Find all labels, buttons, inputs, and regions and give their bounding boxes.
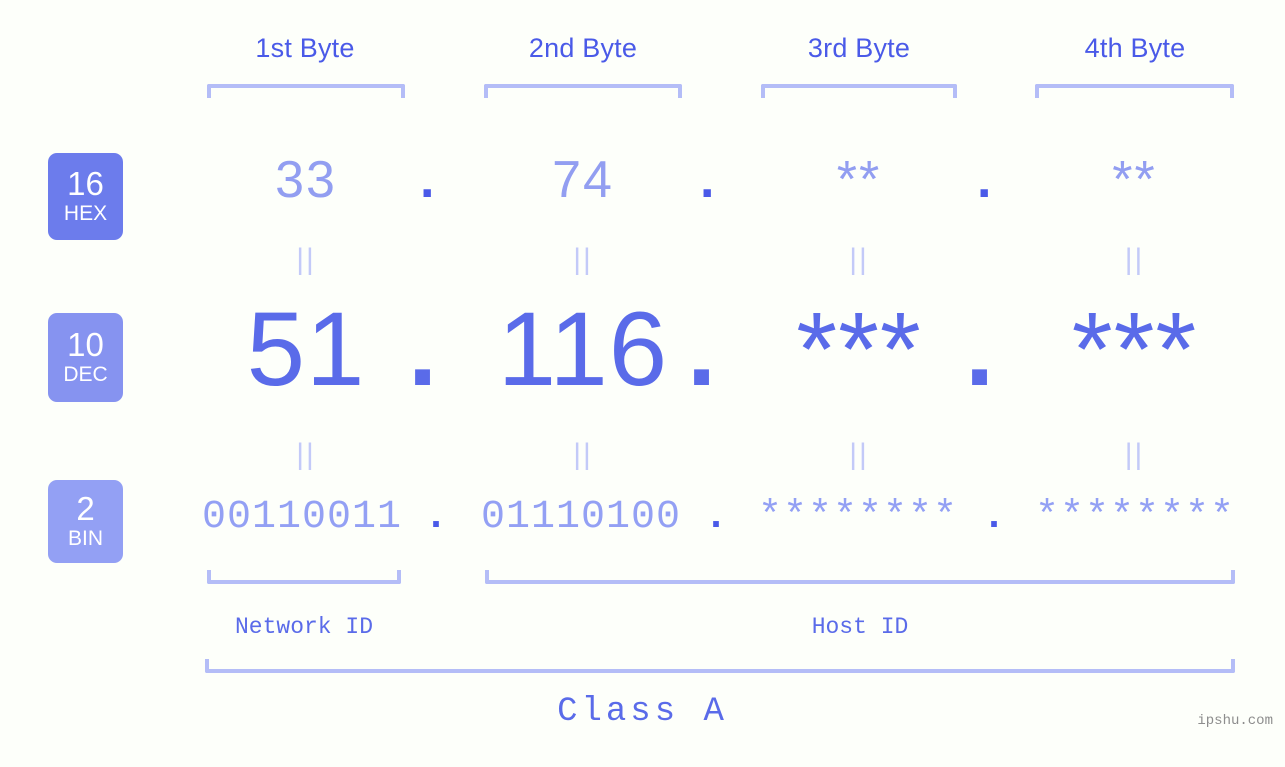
base-badge-hex-number: 16 xyxy=(67,165,104,203)
bin-separator-1: . xyxy=(424,495,449,540)
equals-mark-dec-bin-4: || xyxy=(1124,438,1145,471)
dec-separator-2: . xyxy=(687,291,717,408)
base-badge-hex-name: HEX xyxy=(63,201,108,225)
hex-separator-1: . xyxy=(420,151,435,209)
byte-bracket-top-4 xyxy=(1035,84,1234,98)
network-id-label: Network ID xyxy=(234,614,374,640)
byte-header-3: 3rd Byte xyxy=(807,33,911,63)
hex-separator-2: . xyxy=(700,151,715,209)
site-watermark: ipshu.com xyxy=(1197,713,1273,729)
hex-separator-3: . xyxy=(977,151,992,209)
bin-byte-1: 00110011 xyxy=(202,495,403,540)
base-badge-bin: 2 BIN xyxy=(48,480,123,563)
base-badge-dec-number: 10 xyxy=(67,326,104,364)
network-id-bracket xyxy=(207,570,401,584)
ip-address-breakdown-diagram: 1st Byte 2nd Byte 3rd Byte 4th Byte 16 H… xyxy=(0,0,1285,767)
host-id-bracket xyxy=(485,570,1235,584)
hex-byte-3: ** xyxy=(836,151,882,209)
equals-mark-hex-dec-1: || xyxy=(296,243,316,276)
hex-byte-4: ** xyxy=(1112,151,1157,209)
bin-byte-3: ******** xyxy=(758,495,959,540)
equals-mark-dec-bin-1: || xyxy=(296,438,316,471)
equals-mark-hex-dec-4: || xyxy=(1124,243,1145,276)
base-badge-hex: 16 HEX xyxy=(48,153,123,240)
equals-mark-hex-dec-2: || xyxy=(573,243,593,276)
byte-header-4: 4th Byte xyxy=(1084,33,1186,63)
byte-bracket-top-2 xyxy=(484,84,682,98)
dec-byte-4: *** xyxy=(1071,291,1198,408)
base-badge-dec: 10 DEC xyxy=(48,313,123,402)
byte-header-1: 1st Byte xyxy=(255,33,355,63)
class-bracket xyxy=(205,659,1235,673)
base-badge-dec-name: DEC xyxy=(63,362,108,386)
dec-byte-2: 116 xyxy=(497,291,669,408)
bin-byte-2: 01110100 xyxy=(481,495,682,540)
byte-bracket-top-1 xyxy=(207,84,405,98)
byte-bracket-top-3 xyxy=(761,84,957,98)
dec-separator-3: . xyxy=(965,291,995,408)
base-badge-bin-name: BIN xyxy=(67,526,103,550)
hex-byte-1: 33 xyxy=(275,151,337,209)
class-label: Class A xyxy=(557,693,728,731)
dec-byte-1: 51 xyxy=(246,291,366,408)
equals-mark-dec-bin-2: || xyxy=(573,438,593,471)
dec-separator-1: . xyxy=(408,291,438,408)
byte-header-2: 2nd Byte xyxy=(528,33,638,63)
equals-mark-hex-dec-3: || xyxy=(849,243,869,276)
bin-separator-3: . xyxy=(982,495,1007,540)
bin-byte-4: ******** xyxy=(1035,495,1236,540)
base-badge-bin-number: 2 xyxy=(76,490,95,528)
equals-mark-dec-bin-3: || xyxy=(849,438,869,471)
hex-byte-2: 74 xyxy=(552,151,614,209)
dec-byte-3: *** xyxy=(796,291,922,408)
bin-separator-2: . xyxy=(704,495,729,540)
host-id-label: Host ID xyxy=(811,614,909,640)
